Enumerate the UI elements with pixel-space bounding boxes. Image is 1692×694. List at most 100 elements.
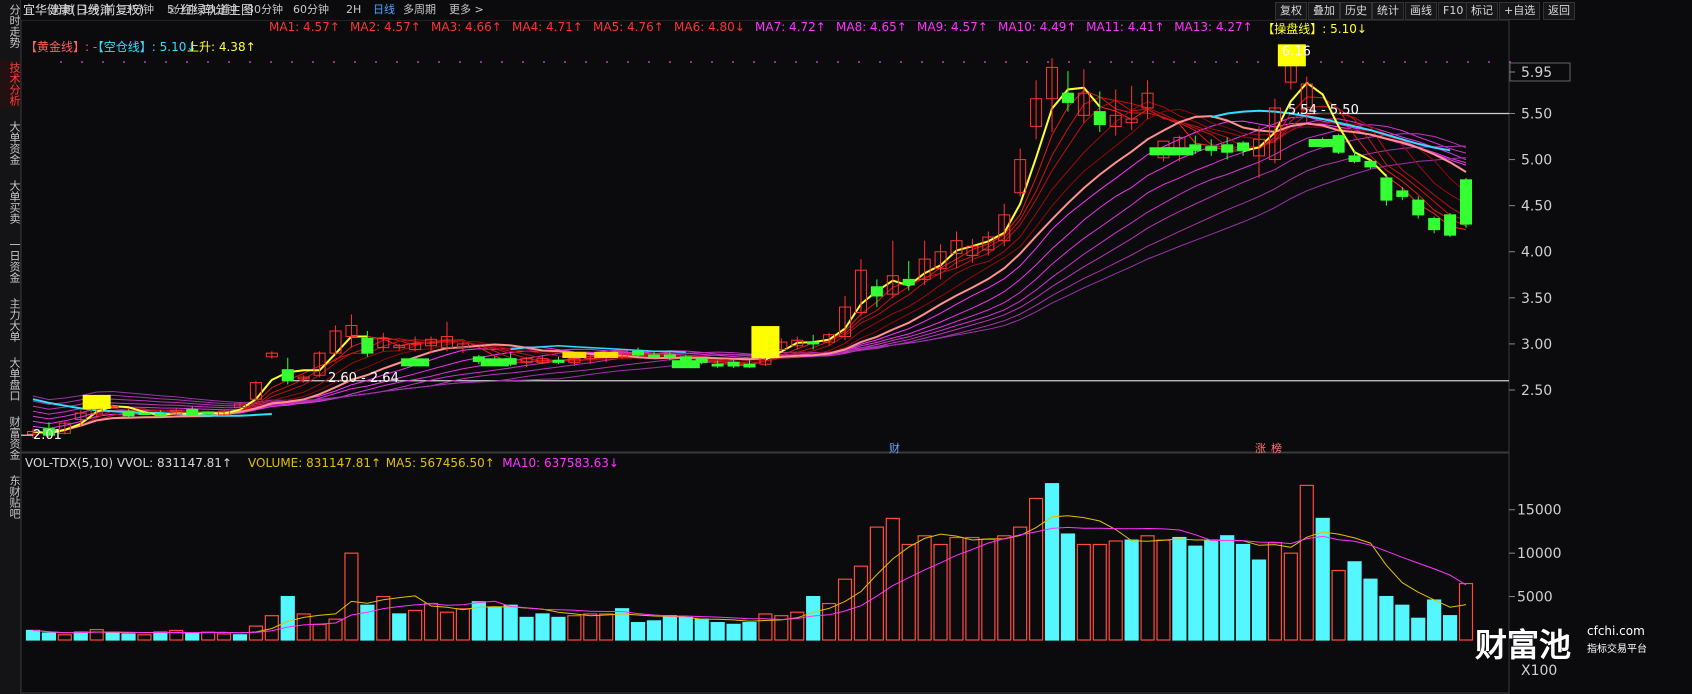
sidebar-tab-8[interactable]: 东财贴吧 [0, 473, 21, 521]
top-toolbar: 宜华健康(日线,前复权) ⊗ 红绿轨道主图 分时 1分钟 3分钟 5分钟 15分钟 30分… [21, 0, 1692, 20]
lg-row1-item-2: MA3: 4.66↑ [431, 20, 502, 34]
lg-row2-item-0: 【黄金线】: - [25, 40, 98, 54]
lg-row1-item-7: MA8: 4.65↑ [836, 20, 907, 34]
toolbar-button-7[interactable]: +自选 [1499, 2, 1541, 20]
toolbar-button-1[interactable]: 叠加 [1308, 2, 1340, 20]
volume-bar [312, 623, 327, 641]
dot-marker [1362, 61, 1364, 63]
dot-marker [1089, 61, 1091, 63]
support-label: 2.60 - 2.64 [328, 371, 399, 386]
lg-row1-item-0: MA1: 4.57↑ [269, 20, 340, 34]
volume-bar [1172, 536, 1187, 641]
candle-body [1348, 155, 1361, 162]
timeframe-tab-0[interactable]: 分时 [52, 0, 74, 20]
dot-marker [1446, 61, 1448, 63]
ma-long-3 [32, 118, 1467, 420]
timeframe-tab-2[interactable]: 3分钟 [125, 0, 154, 20]
timeframe-tab-10[interactable]: 更多 > [449, 0, 484, 20]
dot-marker [900, 61, 902, 63]
dot-marker [1320, 61, 1322, 63]
volume-tick-label: 5000 [1517, 590, 1553, 606]
signal-box [751, 326, 780, 359]
dot-marker [501, 61, 503, 63]
lg-row1-item-9: MA10: 4.49↑ [998, 20, 1077, 34]
dot-marker [732, 61, 734, 63]
lg-row2-item-2: 上升: 4.38↑ [187, 40, 256, 54]
volume-ma5-line [32, 515, 1467, 634]
toolbar-button-0[interactable]: 复权 [1275, 2, 1307, 20]
dot-marker [1215, 61, 1217, 63]
volume-bar [216, 633, 232, 641]
price-tick-label: 3.00 [1521, 337, 1552, 353]
volume-bar [439, 611, 455, 641]
timeframe-tab-3[interactable]: 5分钟 [167, 0, 196, 20]
timeframe-tab-6[interactable]: 60分钟 [293, 0, 329, 20]
volume-bar [169, 629, 184, 641]
volume-bar [567, 615, 582, 641]
kline-chart[interactable]: 5.95 5.50 5.00 4.50 4.00 3.50 3.00 2.50 6.16 5.54… [21, 20, 1692, 694]
candle-body [186, 408, 199, 416]
toolbar-button-8[interactable]: 返回 [1543, 2, 1575, 20]
dot-marker [1425, 61, 1427, 63]
sidebar-tab-5[interactable]: 主力大单 [0, 296, 21, 344]
timeframe-tab-1[interactable]: 1分钟 [82, 0, 111, 20]
candle-body [1205, 146, 1218, 151]
candle-body [632, 350, 645, 356]
volume-bar [89, 628, 104, 641]
dot-marker [1404, 61, 1406, 63]
lg-row1-item-12: 【操盘线】: 5.10↓ [1262, 22, 1367, 36]
timeframe-tab-4[interactable]: 15分钟 [201, 0, 237, 20]
volume-bar [917, 535, 932, 641]
dot-marker [1194, 61, 1196, 63]
volume-bar [806, 595, 821, 641]
sidebar-tab-1[interactable]: 技术分析 [0, 60, 21, 108]
volume-bar [408, 609, 423, 641]
toolbar-button-5[interactable]: F10 [1438, 2, 1469, 20]
candle-body [154, 413, 167, 417]
toolbar-button-4[interactable]: 画线 [1405, 2, 1437, 20]
toolbar-button-2[interactable]: 历史 [1340, 2, 1372, 20]
volume-bar [328, 618, 343, 641]
candle-body [122, 410, 135, 417]
lg-vol-item-2: MA5: 567456.50↑ [385, 456, 495, 470]
signal-box [82, 394, 111, 409]
volume-bar [694, 618, 709, 641]
timeframe-tab-9[interactable]: 多周期 [403, 0, 436, 20]
sidebar-tab-6[interactable]: 大单盘口 [0, 355, 21, 403]
timeframe-tab-8[interactable]: 日线 [373, 0, 395, 20]
timeframe-tab-5[interactable]: 30分钟 [247, 0, 283, 20]
toolbar-button-6[interactable]: 标记 [1466, 2, 1498, 20]
dot-marker [1257, 61, 1259, 63]
left-tab-bar: 分时走势技术分析大单资金大单买卖一日资金主力大单大单盘口财富资金东财贴吧 [0, 0, 21, 694]
dot-marker [186, 61, 188, 63]
volume-bar [423, 602, 439, 641]
lg-vol-item-0: VOL-TDX(5,10) VVOL: 831147.81↑ [25, 456, 232, 470]
volume-bar [551, 616, 566, 641]
dot-marker [921, 61, 923, 63]
sidebar-tab-7[interactable]: 财富资金 [0, 414, 21, 462]
event-rank-marker: 榜 [1271, 441, 1282, 455]
volume-bar [1028, 497, 1044, 641]
dot-marker [1467, 61, 1469, 63]
sidebar-tab-2[interactable]: 大单资金 [0, 119, 21, 167]
volume-bar [1251, 559, 1267, 641]
candle-body [1061, 92, 1074, 103]
ma-long-2 [32, 116, 1467, 425]
dot-marker [1131, 61, 1133, 63]
volume-bar [1076, 543, 1091, 641]
dot-marker [333, 61, 335, 63]
volume-bar [535, 613, 550, 641]
timeframe-tab-7[interactable]: 2H [346, 0, 361, 20]
candle-body [202, 411, 215, 415]
sidebar-tab-0[interactable]: 分时走势 [0, 2, 21, 50]
dot-marker [1488, 61, 1490, 63]
lg-row1-item-5: MA6: 4.80↓ [674, 20, 745, 34]
volume-bar [1092, 543, 1107, 641]
flat-block [562, 351, 587, 358]
sidebar-tab-4[interactable]: 一日资金 [0, 237, 21, 285]
ma-short-4 [32, 99, 1467, 434]
toolbar-button-3[interactable]: 统计 [1372, 2, 1404, 20]
sidebar-tab-3[interactable]: 大单买卖 [0, 178, 21, 226]
price-tick-label: 4.50 [1521, 199, 1552, 215]
volume-bar [376, 595, 391, 641]
